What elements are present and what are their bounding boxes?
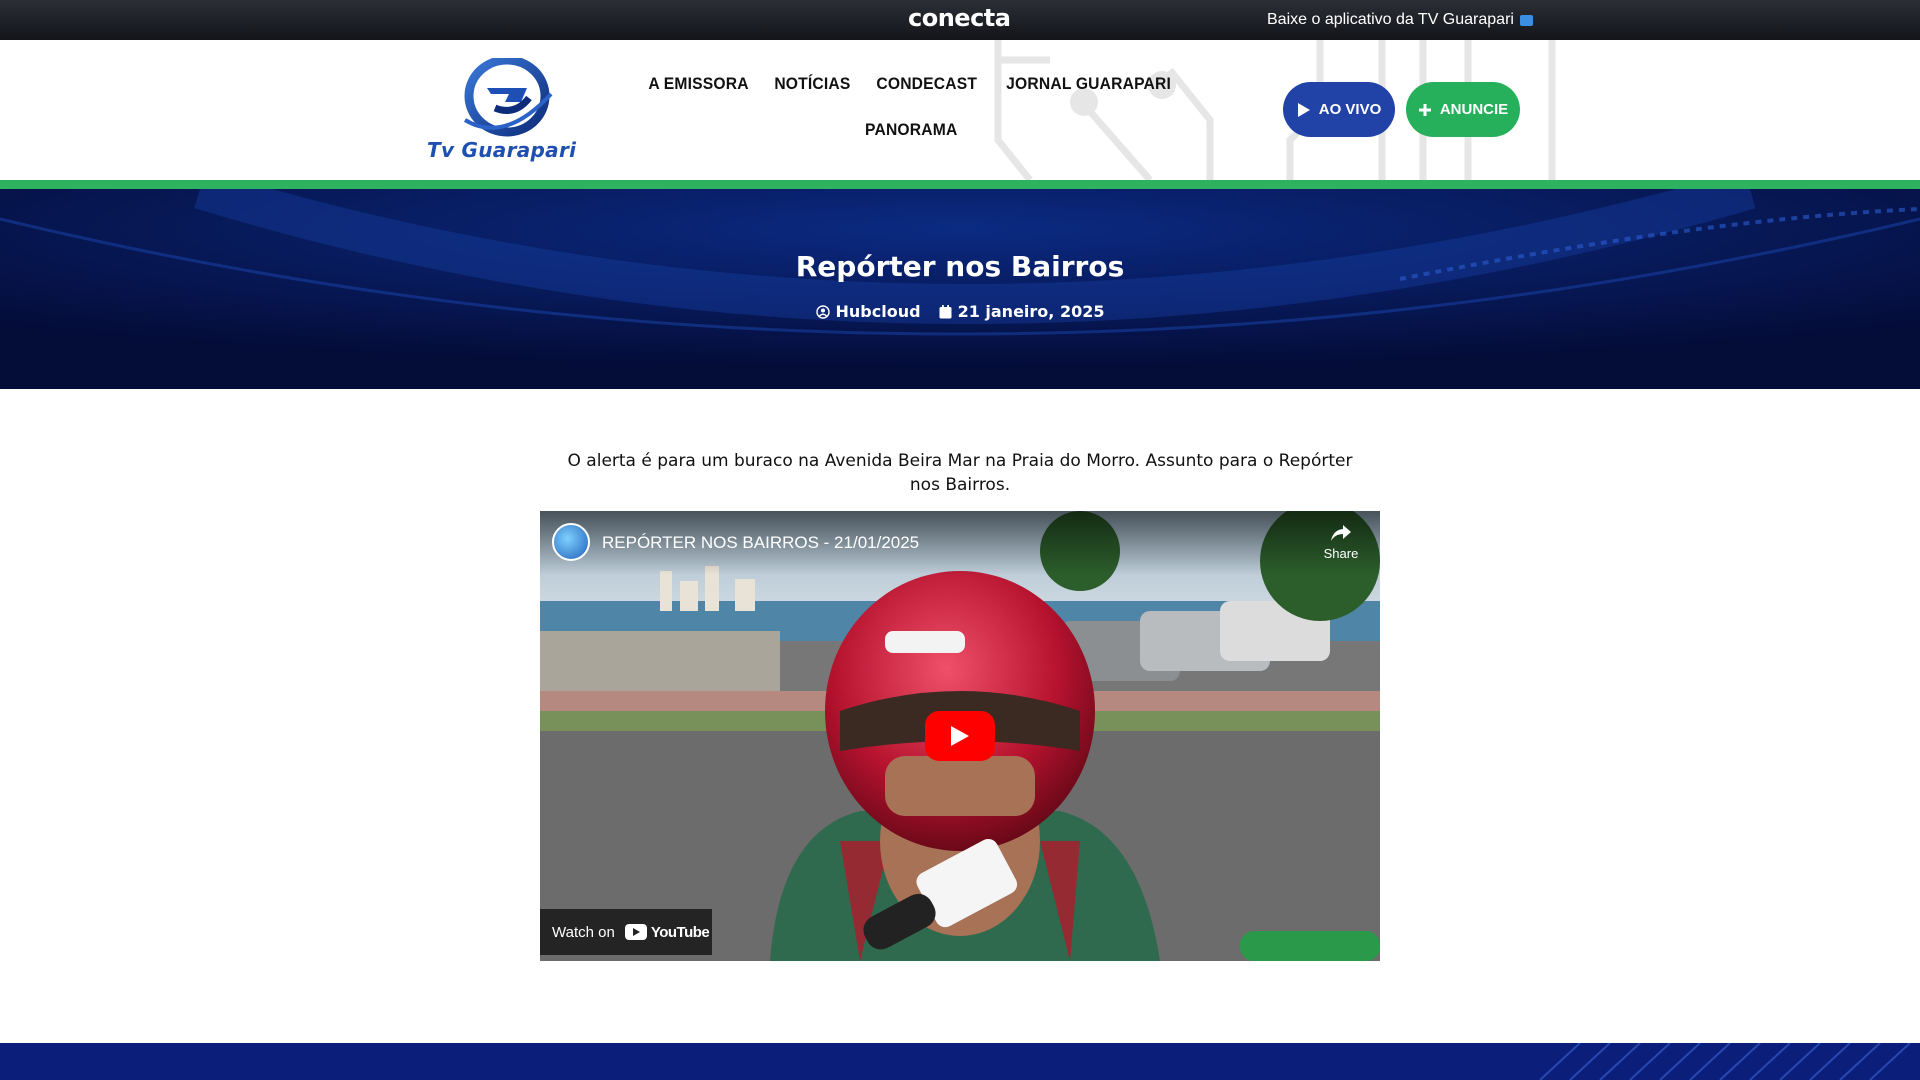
play-button[interactable] bbox=[925, 711, 995, 761]
logo-wordmark: Tv Guarapari bbox=[427, 138, 577, 162]
date-meta: 21 janeiro, 2025 bbox=[939, 302, 1105, 321]
author-meta[interactable]: Hubcloud bbox=[815, 302, 921, 321]
share-label: Share bbox=[1323, 546, 1359, 561]
article-text: O alerta é para um buraco na Avenida Bei… bbox=[567, 451, 1353, 495]
download-app-label: Baixe o aplicativo da TV Guarapari bbox=[1267, 11, 1514, 28]
share-icon bbox=[1331, 525, 1351, 541]
youtube-icon bbox=[624, 924, 647, 940]
post-meta: Hubcloud 21 janeiro, 2025 bbox=[0, 302, 1920, 321]
tv-guarapari-logo[interactable]: Tv Guarapari bbox=[425, 58, 587, 162]
logo-emblem-icon bbox=[463, 58, 553, 137]
plus-icon bbox=[1418, 103, 1431, 116]
conecta-brand[interactable]: conecta bbox=[908, 4, 1011, 32]
user-circle-icon bbox=[815, 304, 830, 319]
main-navigation: A EMISSORA NOTÍCIAS CONDECAST JORNAL GUA… bbox=[648, 74, 1171, 166]
calendar-icon bbox=[939, 304, 952, 318]
advertise-button[interactable]: ANUNCIE bbox=[1406, 82, 1520, 137]
green-divider bbox=[0, 180, 1920, 189]
video-title[interactable]: REPÓRTER NOS BAIRROS - 21/01/2025 bbox=[602, 533, 919, 553]
phone-icon bbox=[1519, 14, 1533, 26]
youtube-embed[interactable]: REPÓRTER NOS BAIRROS - 21/01/2025 Share … bbox=[540, 511, 1380, 961]
share-button[interactable]: Share bbox=[1316, 523, 1366, 561]
nav-item-condecast[interactable]: CONDECAST bbox=[876, 74, 977, 94]
nav-item-noticias[interactable]: NOTÍCIAS bbox=[774, 74, 850, 94]
footer-pattern bbox=[0, 1043, 1920, 1080]
footer-band bbox=[0, 1043, 1920, 1080]
site-header: Tv Guarapari A EMISSORA NOTÍCIAS CONDECA… bbox=[0, 40, 1920, 180]
page-title: Repórter nos Bairros bbox=[795, 250, 1125, 283]
youtube-logo: YouTube bbox=[624, 923, 710, 941]
page-hero: Repórter nos Bairros Hubcloud 21 janeiro… bbox=[0, 189, 1920, 389]
nav-item-jornal-guarapari[interactable]: JORNAL GUARAPARI bbox=[1006, 74, 1171, 94]
live-button-label: AO VIVO bbox=[1318, 101, 1382, 118]
watch-on-youtube-button[interactable]: Watch on YouTube bbox=[540, 909, 712, 955]
watch-on-label: Watch on bbox=[552, 923, 615, 941]
live-button[interactable]: AO VIVO bbox=[1283, 82, 1395, 137]
youtube-wordmark: YouTube bbox=[650, 923, 710, 941]
post-date: 21 janeiro, 2025 bbox=[957, 302, 1105, 321]
play-icon bbox=[951, 726, 969, 746]
channel-avatar[interactable] bbox=[552, 523, 590, 561]
author-name: Hubcloud bbox=[835, 302, 921, 321]
download-app-link[interactable]: Baixe o aplicativo da TV Guarapari bbox=[1267, 11, 1533, 29]
top-bar: conecta Baixe o aplicativo da TV Guarapa… bbox=[0, 0, 1920, 40]
nav-item-panorama[interactable]: PANORAMA bbox=[865, 120, 957, 140]
nav-item-a-emissora[interactable]: A EMISSORA bbox=[648, 74, 748, 94]
play-icon bbox=[1297, 102, 1310, 117]
hero-background bbox=[0, 189, 1920, 389]
advertise-button-label: ANUNCIE bbox=[1439, 101, 1509, 118]
